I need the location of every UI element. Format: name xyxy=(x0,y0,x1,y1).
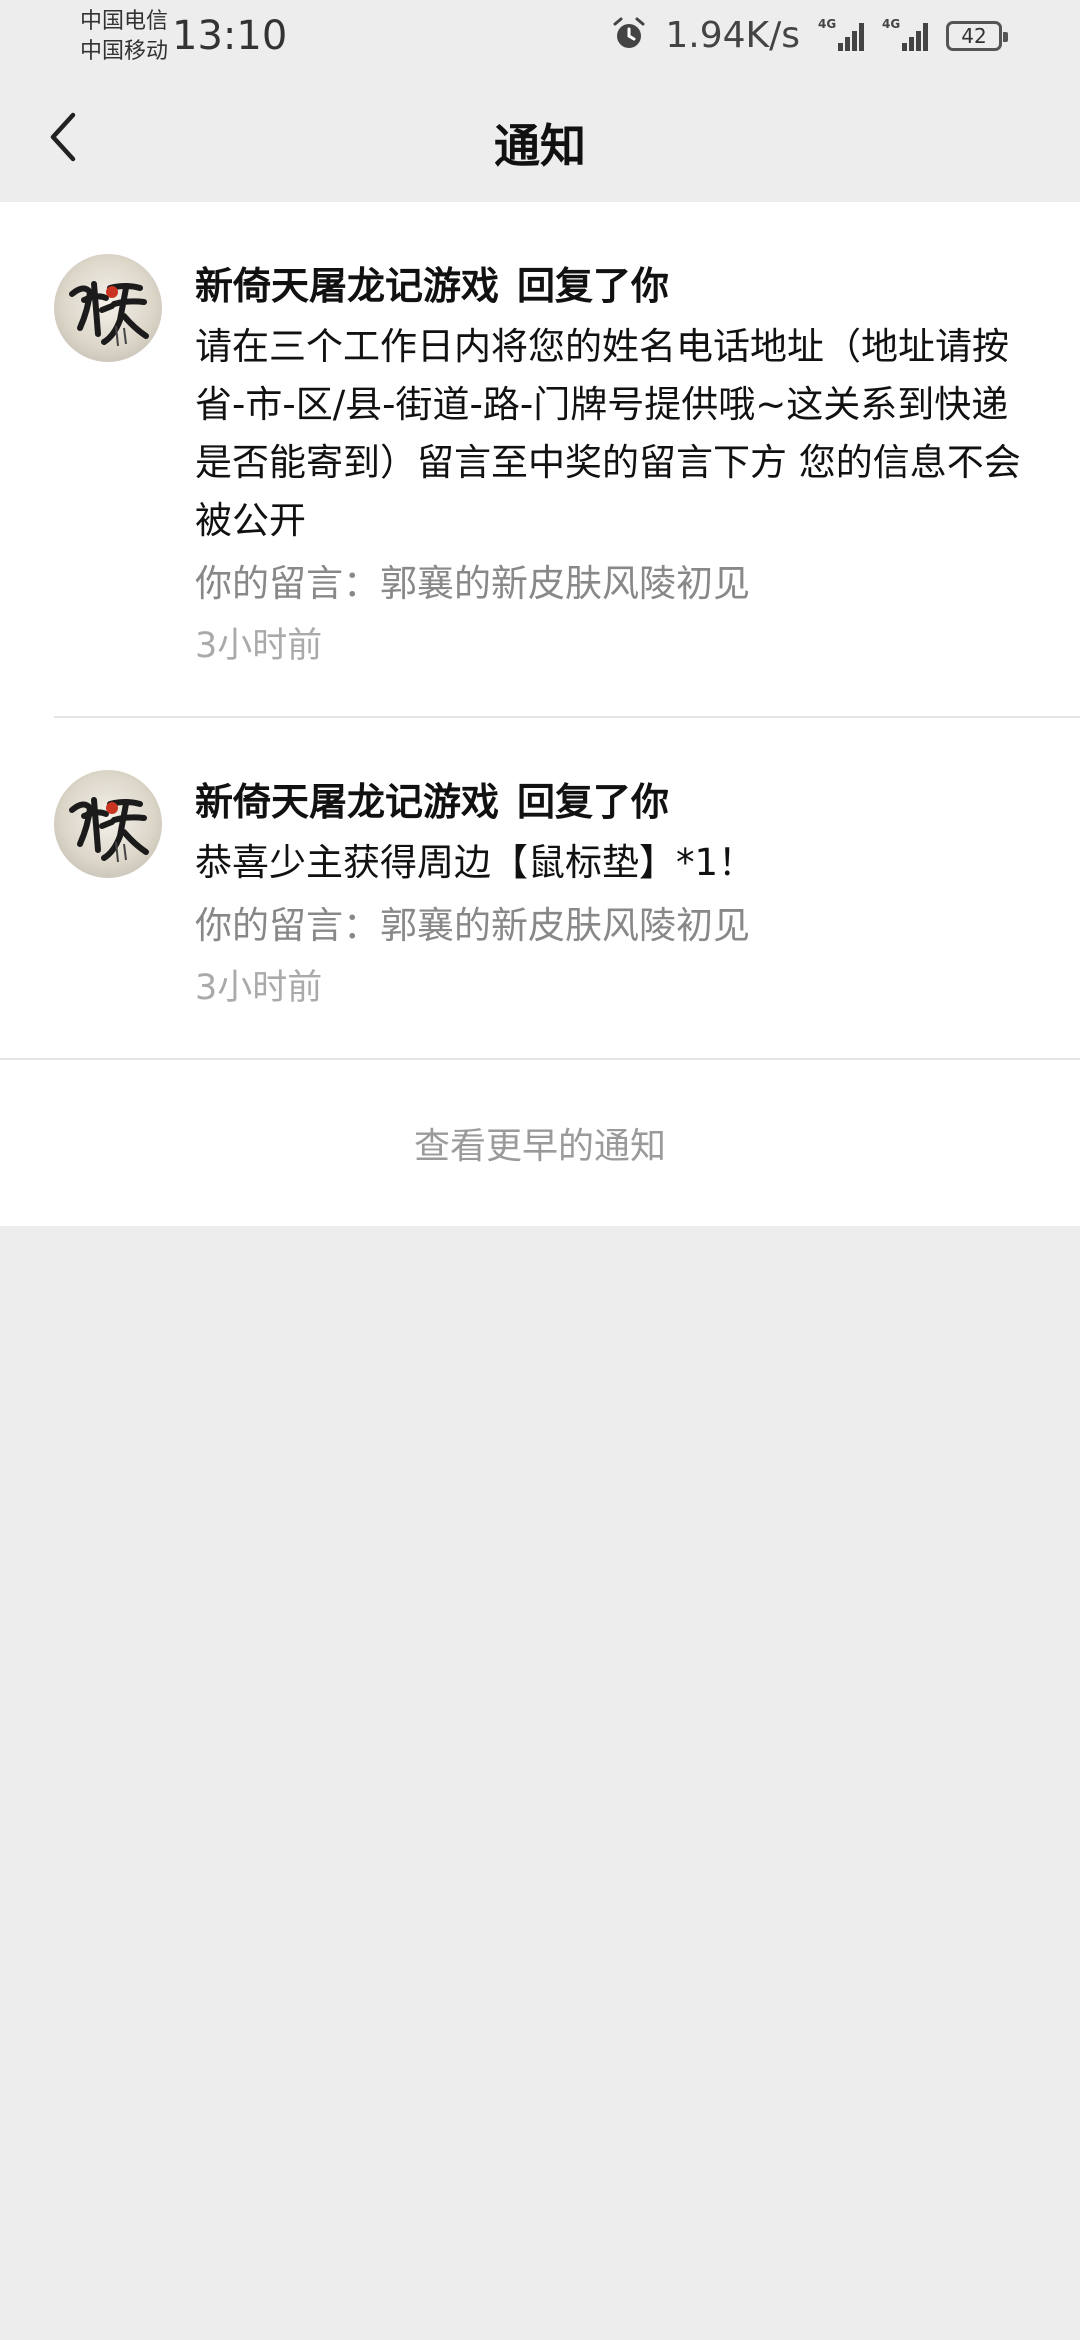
notification-item[interactable]: 新倚天屠龙记游戏 回复了你 请在三个工作日内将您的姓名电话地址（地址请按省-市-区… xyxy=(0,202,1080,716)
status-time: 13:10 xyxy=(172,13,288,59)
view-earlier-button[interactable]: 查看更早的通知 xyxy=(0,1060,1080,1226)
reply-text: 恭喜少主获得周边【鼠标垫】*1！ xyxy=(195,841,756,884)
action-text: 回复了你 xyxy=(517,780,670,824)
battery-icon: 42 xyxy=(946,21,1008,51)
carrier-info: 中国电信 中国移动 xyxy=(80,7,168,67)
sender-name[interactable]: 新倚天屠龙记游戏 xyxy=(195,264,499,308)
notifications-page: 中国电信 中国移动 13:10 1.94K/s 4G 4G 42 通知 新倚天屠… xyxy=(0,0,1080,2340)
notification-title: 新倚天屠龙记游戏 回复了你 xyxy=(195,776,1040,828)
title-bar: 通知 xyxy=(0,72,1080,202)
reply-text: 请在三个工作日内将您的姓名电话地址（地址请按省-市-区/县-街道-路-门牌号提供… xyxy=(195,325,1021,542)
status-bar: 中国电信 中国移动 13:10 1.94K/s 4G 4G 42 xyxy=(0,0,1080,72)
timestamp: 3小时前 xyxy=(195,968,323,1008)
alarm-icon xyxy=(611,16,647,56)
original-comment[interactable]: 你的留言：郭襄的新皮肤风陵初见 xyxy=(195,554,1040,614)
status-indicators: 1.94K/s 4G 4G 42 xyxy=(611,15,1008,56)
notification-title: 新倚天屠龙记游戏 回复了你 xyxy=(195,260,1040,312)
signal-icon: 4G xyxy=(882,17,928,51)
original-comment[interactable]: 你的留言：郭襄的新皮肤风陵初见 xyxy=(195,896,1040,956)
notification-list: 新倚天屠龙记游戏 回复了你 请在三个工作日内将您的姓名电话地址（地址请按省-市-区… xyxy=(0,202,1080,1226)
signal-icon: 4G xyxy=(818,17,864,51)
signal-label: 4G xyxy=(882,17,901,31)
timestamp: 3小时前 xyxy=(195,626,323,666)
action-text: 回复了你 xyxy=(517,264,670,308)
signal-label: 4G xyxy=(818,17,837,31)
page-title: 通知 xyxy=(494,119,586,173)
carrier-2: 中国移动 xyxy=(80,39,169,64)
notification-item[interactable]: 新倚天屠龙记游戏 回复了你 恭喜少主获得周边【鼠标垫】*1！ 你的留言：郭襄的新皮… xyxy=(0,718,1080,1058)
carrier-1: 中国电信 xyxy=(80,9,169,34)
battery-level: 42 xyxy=(961,24,987,48)
net-speed: 1.94K/s xyxy=(665,15,800,56)
sender-name[interactable]: 新倚天屠龙记游戏 xyxy=(195,780,499,824)
